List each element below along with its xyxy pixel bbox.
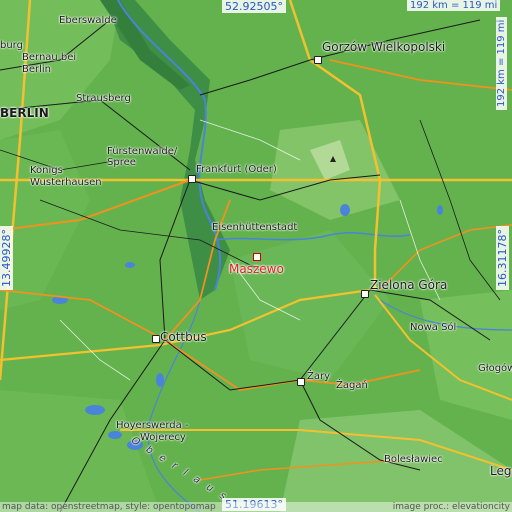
place-label: Königs: [30, 165, 63, 176]
city-marker-zielona-gora: [361, 290, 369, 298]
place-label: Frankfurt (Oder): [196, 164, 277, 175]
scale-label-horizontal: 192 km = 119 mi: [407, 0, 501, 11]
place-label: Bolesławiec: [384, 454, 443, 465]
target-location-label: Maszewo: [229, 262, 284, 276]
place-label: Spree: [107, 157, 136, 168]
scale-label-vertical: 192 km = 119 mi: [496, 16, 507, 110]
place-label: Eisenhüttenstadt: [212, 222, 298, 233]
place-label: Leg: [490, 464, 512, 478]
city-marker-cottbus: [152, 335, 160, 343]
map-attribution: map data: openstreetmap, style: opentopo…: [0, 502, 512, 512]
place-label: Zielona Góra: [370, 278, 448, 292]
attribution-right: image proc.: elevationcity: [392, 502, 510, 512]
place-label: Żary: [307, 371, 331, 382]
place-label: Cottbus: [160, 330, 207, 344]
target-location-marker[interactable]: [253, 253, 261, 261]
place-label: Nowa Sól: [410, 322, 457, 333]
place-label: Gorzów Wielkopolski: [322, 40, 446, 54]
place-label: Wusterhausen: [30, 177, 102, 188]
place-label: burg: [0, 40, 23, 51]
attribution-left: map data: openstreetmap, style: opentopo…: [2, 502, 216, 512]
coord-top-label: 52.92505°: [222, 0, 286, 13]
place-label: Strausberg: [76, 93, 131, 104]
place-label: Fürstenwalde/: [107, 146, 178, 157]
coord-left-label: 13.49928°: [0, 226, 13, 290]
place-label: Głogów: [478, 363, 512, 374]
coord-right-label: 16.31178°: [496, 226, 509, 290]
map-view[interactable]: Eberswalde burg Bernau bei Berlin Straus…: [0, 0, 512, 512]
city-marker-frankfurt: [188, 175, 196, 183]
place-label: Hoyerswerda -: [116, 420, 189, 431]
city-marker-gorzow: [314, 56, 322, 64]
place-label: Berlin: [22, 64, 52, 75]
place-label: Bernau bei: [22, 52, 77, 63]
place-label-capital: BERLIN: [0, 106, 49, 120]
city-marker-zary: [297, 378, 305, 386]
place-label: Wojerecy: [140, 432, 186, 443]
place-label: Żagań: [336, 380, 368, 391]
place-label: Eberswalde: [59, 15, 117, 26]
